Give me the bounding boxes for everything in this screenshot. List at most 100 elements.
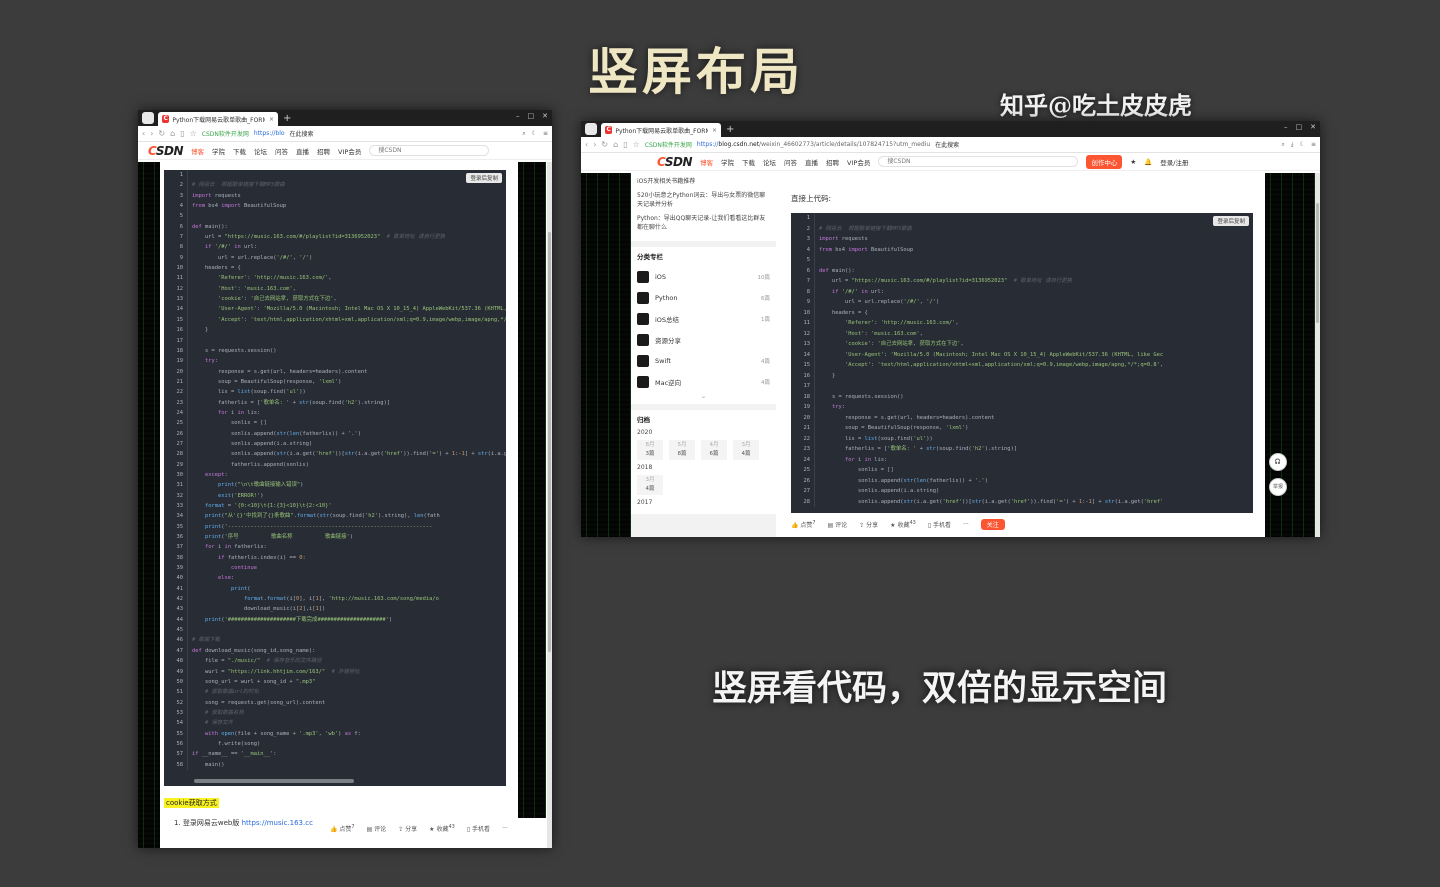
archive-month[interactable]: 3月 4篇: [637, 475, 663, 495]
nav-item-forum[interactable]: 论坛: [254, 146, 267, 156]
csdn-search-input[interactable]: 搜CSDN: [878, 156, 1079, 167]
archive-month[interactable]: 5月 8篇: [669, 440, 695, 460]
category-item-ios[interactable]: iOS 10篇: [637, 266, 770, 287]
bookmark-star-icon[interactable]: ☆: [633, 140, 640, 149]
code-scrollbar[interactable]: [194, 779, 354, 783]
nav-item-live[interactable]: 直播: [296, 146, 309, 156]
minimize-icon[interactable]: –: [1284, 123, 1288, 131]
recommend-item[interactable]: iOS开发相关书籍推荐: [637, 177, 770, 186]
close-icon[interactable]: ✕: [1310, 123, 1316, 131]
nav-item-blog[interactable]: 博客: [191, 146, 204, 156]
maximize-icon[interactable]: □: [528, 112, 535, 120]
login-link[interactable]: 登录/注册: [1160, 157, 1188, 167]
favorite-button[interactable]: ★ 收藏43: [429, 824, 455, 833]
reload-icon[interactable]: ↻: [158, 129, 165, 138]
code-text: 'Referer': 'http://music.163.com/',: [218, 275, 332, 282]
recommend-item[interactable]: 520小玩意之Python词云：导出与女票的微信聊天记录并分析: [637, 191, 770, 209]
night-mode-icon[interactable]: ☾: [532, 130, 537, 138]
url-field[interactable]: https://blo: [254, 130, 285, 137]
new-tab-button[interactable]: +: [726, 123, 734, 137]
back-icon[interactable]: ‹: [585, 140, 588, 149]
home-icon[interactable]: ⌂: [170, 129, 175, 138]
tab-close-icon[interactable]: ×: [269, 116, 274, 123]
page-scrollbar[interactable]: [547, 162, 552, 848]
more-button[interactable]: ···: [963, 521, 969, 528]
bell-icon[interactable]: 🔔: [1144, 158, 1152, 166]
mobile-view-button[interactable]: ▯ 手机看: [928, 520, 951, 529]
category-item-resources[interactable]: 资源分享: [637, 329, 770, 350]
search-icon[interactable]: ⌕: [522, 130, 525, 138]
search-icon[interactable]: ⌕: [1282, 141, 1285, 149]
comment-button[interactable]: ▤ 评论: [828, 520, 848, 529]
more-button[interactable]: ···: [502, 825, 508, 832]
menu-icon[interactable]: ≡: [1311, 141, 1316, 149]
night-mode-icon[interactable]: ☾: [1300, 141, 1305, 149]
share-button[interactable]: ⇪ 分享: [859, 520, 878, 529]
search-box[interactable]: 在此搜索: [290, 129, 314, 138]
nav-item-academy[interactable]: 学院: [721, 157, 734, 167]
url-field[interactable]: https://blog.csdn.net/weixin_46602773/ar…: [697, 141, 930, 148]
reader-icon[interactable]: ▯: [623, 140, 627, 149]
favorite-button[interactable]: ★ 收藏43: [890, 520, 916, 529]
recommend-item[interactable]: Python：导出QQ聊天记录-让我们看看这比群友都在聊什么: [637, 214, 770, 232]
minimize-icon[interactable]: –: [516, 112, 520, 120]
bookmark-star-icon[interactable]: ☆: [190, 129, 197, 138]
nav-item-live[interactable]: 直播: [805, 157, 818, 167]
archive-month[interactable]: 4月 6篇: [701, 440, 727, 460]
tab-close-icon[interactable]: ×: [712, 127, 717, 134]
nav-item-download[interactable]: 下载: [742, 157, 755, 167]
chevron-down-icon[interactable]: ⌄: [637, 392, 770, 400]
star-icon[interactable]: ★: [1130, 158, 1136, 166]
page-scrollbar[interactable]: [1315, 173, 1320, 537]
nav-item-vip[interactable]: VIP会员: [338, 146, 361, 156]
like-button[interactable]: 👍 点赞7: [791, 520, 816, 529]
new-tab-button[interactable]: +: [283, 112, 291, 126]
menu-icon[interactable]: ≡: [543, 130, 548, 138]
forward-icon[interactable]: ›: [150, 129, 153, 138]
nav-item-vip[interactable]: VIP会员: [847, 157, 870, 167]
download-icon[interactable]: ⤓: [1291, 141, 1294, 149]
line-number: 22: [164, 387, 188, 398]
close-icon[interactable]: ✕: [542, 112, 548, 120]
browser-tab[interactable]: C Python下载网易云歌单歌曲_FORM... ×: [601, 123, 721, 137]
archive-month[interactable]: 8月 3篇: [637, 440, 663, 460]
cookie-step-link[interactable]: https://music.163.cc: [242, 819, 313, 827]
like-button[interactable]: 👍 点赞7: [330, 824, 355, 833]
comment-button[interactable]: ▤ 评论: [367, 824, 387, 833]
report-button[interactable]: 举报: [1269, 478, 1287, 496]
nav-item-jobs[interactable]: 招聘: [826, 157, 839, 167]
line-number: 52: [164, 697, 188, 708]
mobile-view-button[interactable]: ▯ 手机看: [467, 824, 490, 833]
category-item-python[interactable]: Python 6篇: [637, 287, 770, 308]
nav-item-qa[interactable]: 问答: [275, 146, 288, 156]
nav-item-qa[interactable]: 问答: [784, 157, 797, 167]
nav-item-jobs[interactable]: 招聘: [317, 146, 330, 156]
nav-item-academy[interactable]: 学院: [212, 146, 225, 156]
reload-icon[interactable]: ↻: [601, 140, 608, 149]
copy-button[interactable]: 登录后复制: [466, 173, 502, 183]
nav-item-download[interactable]: 下载: [233, 146, 246, 156]
csdn-search-input[interactable]: 搜CSDN: [369, 145, 490, 156]
category-icon: [637, 270, 649, 283]
maximize-icon[interactable]: □: [1296, 123, 1303, 131]
headset-icon[interactable]: 🎧: [1269, 453, 1287, 471]
csdn-logo[interactable]: CSDN: [657, 155, 693, 169]
category-item-swift[interactable]: Swift 4篇: [637, 350, 770, 371]
code-text: s = requests.session(): [205, 347, 277, 354]
share-button[interactable]: ⇪ 分享: [398, 824, 417, 833]
home-icon[interactable]: ⌂: [613, 140, 618, 149]
category-item-mac-reverse[interactable]: Mac逆向 4篇: [637, 371, 770, 392]
create-center-button[interactable]: 创作中心: [1086, 154, 1123, 169]
reader-icon[interactable]: ▯: [180, 129, 184, 138]
search-box[interactable]: 在此搜索: [935, 140, 959, 149]
forward-icon[interactable]: ›: [593, 140, 596, 149]
follow-button[interactable]: 关注: [980, 519, 1005, 530]
category-item-ios-summary[interactable]: iOS总结 1篇: [637, 308, 770, 329]
browser-tab[interactable]: C Python下载网易云歌单歌曲_FORM... ×: [158, 112, 278, 126]
csdn-logo[interactable]: CSDN: [148, 144, 184, 158]
archive-month[interactable]: 3月 4篇: [733, 440, 759, 460]
copy-button[interactable]: 登录后复制: [1213, 216, 1249, 226]
back-icon[interactable]: ‹: [142, 129, 145, 138]
nav-item-forum[interactable]: 论坛: [763, 157, 776, 167]
nav-item-blog[interactable]: 博客: [700, 157, 713, 167]
